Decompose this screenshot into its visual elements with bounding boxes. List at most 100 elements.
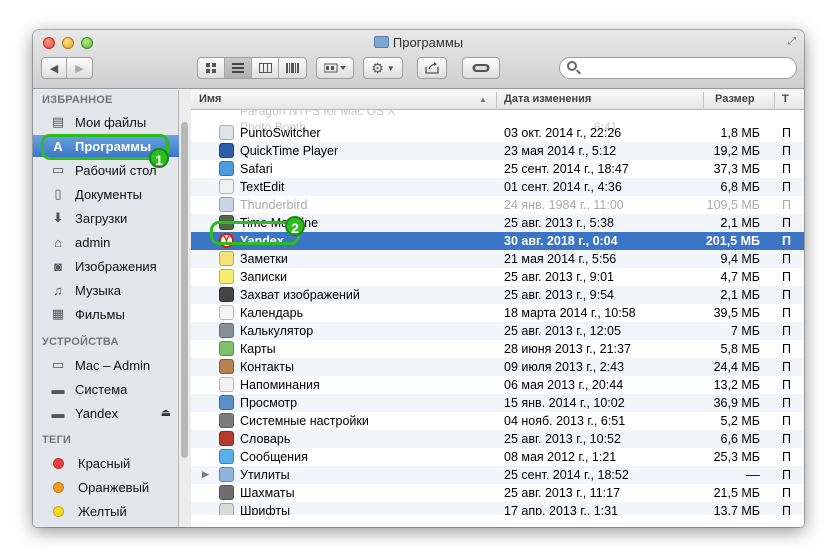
- favorites-section-title: ИЗБРАННОЕ: [42, 94, 113, 106]
- file-row[interactable]: Заметки 21 мая 2014 г., 5:56 9,4 МБ П: [191, 250, 804, 268]
- documents-icon: ▯: [54, 186, 62, 201]
- action-button[interactable]: ⚙ ▼: [363, 57, 403, 79]
- file-row[interactable]: ▶ Утилиты 25 сент. 2014 г., 18:52 –– П: [191, 466, 804, 484]
- file-row[interactable]: Калькулятор 25 авг. 2013 г., 12:05 7 МБ П: [191, 322, 804, 340]
- file-row[interactable]: Шахматы 25 авг. 2013 г., 11:17 21,5 МБ П: [191, 484, 804, 502]
- file-row[interactable]: Safari 25 сент. 2014 г., 18:47 37,3 МБ П: [191, 160, 804, 178]
- sidebar-item-label: Изображения: [75, 258, 157, 274]
- file-date: 15 янв. 2014 г., 10:02: [504, 396, 625, 410]
- file-size: 21,5 МБ: [713, 486, 760, 500]
- file-size: 39,5 МБ: [713, 306, 760, 320]
- tags-icon: [463, 58, 499, 78]
- file-type: П: [782, 198, 791, 212]
- sidebar-item[interactable]: ⬇ Загрузки: [33, 207, 179, 229]
- file-row[interactable]: Контакты 09 июля 2013 г., 2:43 24,4 МБ П: [191, 358, 804, 376]
- column-header-date[interactable]: Дата изменения: [504, 93, 591, 105]
- file-list: PuntoSwitcher 03 окт. 2014 г., 22:26 1,8 М…: [191, 110, 804, 515]
- sidebar-item-label: Желтый: [78, 503, 127, 519]
- file-row[interactable]: QuickTime Player 23 мая 2014 г., 5:12 19,2…: [191, 142, 804, 160]
- search-input[interactable]: [559, 57, 797, 79]
- file-size: 13,2 МБ: [713, 378, 760, 392]
- sidebar-item[interactable]: ♫ Музыка: [33, 279, 179, 301]
- app-icon: [219, 197, 234, 212]
- sidebar-tag-item[interactable]: Оранжевый: [33, 476, 179, 498]
- share-button[interactable]: [417, 57, 447, 79]
- sidebar-tag-item[interactable]: Желтый: [33, 500, 179, 522]
- file-size: 2,1 МБ: [720, 288, 760, 302]
- file-name: Сообщения: [240, 450, 308, 464]
- sidebar-item[interactable]: ▦ Фильмы: [33, 303, 179, 325]
- list-view-button[interactable]: [225, 58, 252, 78]
- sidebar-item[interactable]: ◙ Изображения: [33, 255, 179, 277]
- file-date: 25 авг. 2013 г., 12:05: [504, 324, 621, 338]
- sidebar-item-label: Загрузки: [75, 210, 128, 226]
- sidebar-tag-item[interactable]: Красный: [33, 452, 179, 474]
- file-name: Карты: [240, 342, 276, 356]
- file-row[interactable]: Календарь 18 марта 2014 г., 10:58 39,5 МБ П: [191, 304, 804, 322]
- file-name: TextEdit: [240, 180, 285, 194]
- column-header-size[interactable]: Размер: [715, 93, 755, 105]
- column-header-type[interactable]: Т: [782, 93, 789, 105]
- desktop-icon: ▭: [51, 162, 65, 177]
- app-icon: [219, 251, 234, 266]
- sidebar-scrollbar[interactable]: [181, 122, 188, 458]
- sidebar-device-item[interactable]: ▬ Yandex ⏏: [33, 402, 179, 424]
- app-icon: [219, 377, 234, 392]
- file-size: 7 МБ: [730, 324, 760, 338]
- sidebar-item[interactable]: ▯ Документы: [33, 183, 179, 205]
- app-icon: [219, 305, 234, 320]
- sidebar-item-label: Документы: [75, 186, 143, 202]
- sidebar-item[interactable]: ▤ Мои файлы: [33, 111, 179, 133]
- sidebar-item[interactable]: ⌂ admin: [33, 231, 179, 253]
- back-button[interactable]: ◀: [42, 58, 67, 78]
- tag-color-dot: [53, 505, 64, 517]
- tags-button[interactable]: [462, 57, 500, 79]
- file-date: 25 авг. 2013 г., 9:54: [504, 288, 615, 302]
- file-row[interactable]: Записки 25 авг. 2013 г., 9:01 4,7 МБ П: [191, 268, 804, 286]
- file-name: Safari: [240, 162, 273, 176]
- file-type: П: [782, 288, 791, 302]
- file-date: 09 июля 2013 г., 2:43: [504, 360, 625, 374]
- forward-button[interactable]: ▶: [67, 58, 92, 78]
- file-size: 1,8 МБ: [720, 126, 760, 140]
- window-title-label: Программы: [392, 35, 464, 50]
- eject-icon[interactable]: ⏏: [161, 406, 171, 419]
- app-icon: [219, 269, 234, 284]
- file-row[interactable]: Thunderbird 24 янв. 1984 г., 11:00 109,5 М…: [191, 196, 804, 214]
- column-header-name[interactable]: Имя: [199, 93, 221, 105]
- file-name: Шахматы: [240, 486, 295, 500]
- file-row[interactable]: Карты 28 июня 2013 г., 21:37 5,8 МБ П: [191, 340, 804, 358]
- app-icon: [219, 179, 234, 194]
- sidebar-device-item[interactable]: ▬ Система: [33, 378, 179, 400]
- file-row[interactable]: TextEdit 01 сент. 2014 г., 4:36 6,8 МБ П: [191, 178, 804, 196]
- pictures-icon: ◙: [54, 258, 62, 274]
- file-row[interactable]: PuntoSwitcher 03 окт. 2014 г., 22:26 1,8 М…: [191, 124, 804, 142]
- file-name: Контакты: [240, 360, 294, 374]
- file-row[interactable]: Просмотр 15 янв. 2014 г., 10:02 36,9 МБ П: [191, 394, 804, 412]
- file-type: П: [782, 180, 791, 194]
- app-icon: [219, 467, 234, 482]
- file-name: QuickTime Player: [240, 144, 339, 158]
- disclosure-triangle-icon[interactable]: ▶: [202, 469, 209, 480]
- icon-view-button[interactable]: [198, 58, 225, 78]
- list-view-icon: [232, 63, 244, 73]
- arrange-button[interactable]: [316, 57, 354, 79]
- file-row[interactable]: Напоминания 06 мая 2013 г., 20:44 13,2 МБ П: [191, 376, 804, 394]
- file-name: Захват изображений: [240, 288, 360, 302]
- file-name: Словарь: [240, 432, 291, 446]
- sidebar-device-item[interactable]: ▭ Mac – Admin: [33, 354, 179, 376]
- sidebar-item-label: Mac – Admin: [75, 357, 151, 373]
- file-name: Шрифты: [240, 504, 291, 515]
- fullscreen-icon[interactable]: ⤢: [786, 36, 798, 48]
- file-type: П: [782, 324, 791, 338]
- column-view-button[interactable]: [252, 58, 279, 78]
- file-row[interactable]: Шрифты 17 апр. 2013 г., 1:31 13,7 МБ П: [191, 502, 804, 515]
- window-title: Программы: [33, 35, 804, 50]
- file-row[interactable]: Системные настройки 04 нояб. 2013 г., 6:5…: [191, 412, 804, 430]
- file-row[interactable]: Сообщения 08 мая 2012 г., 1:21 25,3 МБ П: [191, 448, 804, 466]
- devices-section-title: УСТРОЙСТВА: [42, 336, 119, 348]
- file-row[interactable]: Захват изображений 25 авг. 2013 г., 9:54 2…: [191, 286, 804, 304]
- file-type: П: [782, 468, 791, 482]
- coverflow-view-button[interactable]: [279, 58, 306, 78]
- file-row[interactable]: Словарь 25 авг. 2013 г., 10:52 6,6 МБ П: [191, 430, 804, 448]
